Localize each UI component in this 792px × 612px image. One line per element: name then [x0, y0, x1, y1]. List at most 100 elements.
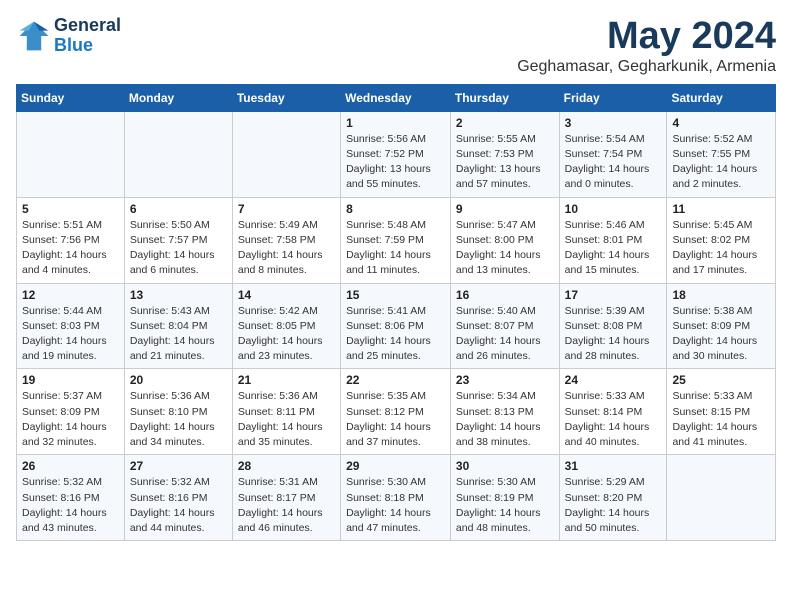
- calendar-week-3: 12 Sunrise: 5:44 AMSunset: 8:03 PMDayligh…: [17, 283, 776, 369]
- calendar-week-1: 1Sunrise: 5:56 AMSunset: 7:52 PMDaylight…: [17, 111, 776, 197]
- day-info: Sunrise: 5:55 AMSunset: 7:53 PMDaylight:…: [456, 132, 554, 193]
- day-info: Sunrise: 5:43 AMSunset: 8:04 PMDaylight:…: [130, 304, 227, 365]
- day-info: Sunrise: 5:36 AMSunset: 8:10 PMDaylight:…: [130, 389, 227, 450]
- logo-text: General Blue: [54, 16, 121, 56]
- month-title: May 2024: [517, 16, 776, 58]
- day-number: 22: [346, 373, 445, 387]
- day-info: Sunrise: 5:40 AMSunset: 8:07 PMDaylight:…: [456, 304, 554, 365]
- day-number: 13: [130, 288, 227, 302]
- col-sunday: Sunday: [17, 84, 125, 111]
- day-number: 17: [565, 288, 662, 302]
- calendar-day: 12 Sunrise: 5:44 AMSunset: 8:03 PMDayligh…: [17, 283, 125, 369]
- day-info: Sunrise: 5:33 AMSunset: 8:15 PMDaylight:…: [672, 389, 770, 450]
- calendar-day: 31 Sunrise: 5:29 AMSunset: 8:20 PMDayligh…: [559, 455, 667, 541]
- calendar-day: [124, 111, 232, 197]
- logo: General Blue: [16, 16, 121, 56]
- day-number: 20: [130, 373, 227, 387]
- calendar-day: 6Sunrise: 5:50 AMSunset: 7:57 PMDaylight…: [124, 197, 232, 283]
- calendar-day: 8Sunrise: 5:48 AMSunset: 7:59 PMDaylight…: [341, 197, 451, 283]
- day-number: 10: [565, 202, 662, 216]
- day-info: Sunrise: 5:45 AMSunset: 8:02 PMDaylight:…: [672, 218, 770, 279]
- day-info: Sunrise: 5:52 AMSunset: 7:55 PMDaylight:…: [672, 132, 770, 193]
- day-info: Sunrise: 5:56 AMSunset: 7:52 PMDaylight:…: [346, 132, 445, 193]
- calendar-day: [232, 111, 340, 197]
- day-info: Sunrise: 5:29 AMSunset: 8:20 PMDaylight:…: [565, 475, 662, 536]
- logo-general: General: [54, 16, 121, 36]
- calendar-day: 16 Sunrise: 5:40 AMSunset: 8:07 PMDayligh…: [450, 283, 559, 369]
- calendar-day: 17 Sunrise: 5:39 AMSunset: 8:08 PMDayligh…: [559, 283, 667, 369]
- day-info: Sunrise: 5:50 AMSunset: 7:57 PMDaylight:…: [130, 218, 227, 279]
- calendar-table: Sunday Monday Tuesday Wednesday Thursday…: [16, 84, 776, 541]
- calendar-day: 9 Sunrise: 5:47 AMSunset: 8:00 PMDaylight…: [450, 197, 559, 283]
- day-info: Sunrise: 5:49 AMSunset: 7:58 PMDaylight:…: [238, 218, 335, 279]
- day-number: 26: [22, 459, 119, 473]
- day-info: Sunrise: 5:47 AMSunset: 8:00 PMDaylight:…: [456, 218, 554, 279]
- day-number: 19: [22, 373, 119, 387]
- day-number: 5: [22, 202, 119, 216]
- calendar-day: 22 Sunrise: 5:35 AMSunset: 8:12 PMDayligh…: [341, 369, 451, 455]
- calendar-day: 7Sunrise: 5:49 AMSunset: 7:58 PMDaylight…: [232, 197, 340, 283]
- calendar-week-5: 26 Sunrise: 5:32 AMSunset: 8:16 PMDayligh…: [17, 455, 776, 541]
- calendar-day: 20 Sunrise: 5:36 AMSunset: 8:10 PMDayligh…: [124, 369, 232, 455]
- day-info: Sunrise: 5:32 AMSunset: 8:16 PMDaylight:…: [130, 475, 227, 536]
- title-block: May 2024 Geghamasar, Gegharkunik, Armeni…: [517, 16, 776, 76]
- calendar-day: 26 Sunrise: 5:32 AMSunset: 8:16 PMDayligh…: [17, 455, 125, 541]
- day-number: 16: [456, 288, 554, 302]
- day-number: 3: [565, 116, 662, 130]
- calendar-day: [17, 111, 125, 197]
- calendar-day: 3 Sunrise: 5:54 AMSunset: 7:54 PMDaylight…: [559, 111, 667, 197]
- calendar-day: 15Sunrise: 5:41 AMSunset: 8:06 PMDayligh…: [341, 283, 451, 369]
- day-number: 24: [565, 373, 662, 387]
- day-number: 14: [238, 288, 335, 302]
- day-info: Sunrise: 5:33 AMSunset: 8:14 PMDaylight:…: [565, 389, 662, 450]
- day-info: Sunrise: 5:51 AMSunset: 7:56 PMDaylight:…: [22, 218, 119, 279]
- calendar-day: 4 Sunrise: 5:52 AMSunset: 7:55 PMDaylight…: [667, 111, 776, 197]
- logo-blue: Blue: [54, 36, 121, 56]
- day-number: 23: [456, 373, 554, 387]
- calendar-day: 24 Sunrise: 5:33 AMSunset: 8:14 PMDayligh…: [559, 369, 667, 455]
- day-info: Sunrise: 5:30 AMSunset: 8:19 PMDaylight:…: [456, 475, 554, 536]
- day-info: Sunrise: 5:54 AMSunset: 7:54 PMDaylight:…: [565, 132, 662, 193]
- calendar-day: 30 Sunrise: 5:30 AMSunset: 8:19 PMDayligh…: [450, 455, 559, 541]
- day-number: 8: [346, 202, 445, 216]
- calendar-day: 27 Sunrise: 5:32 AMSunset: 8:16 PMDayligh…: [124, 455, 232, 541]
- calendar-day: 19 Sunrise: 5:37 AMSunset: 8:09 PMDayligh…: [17, 369, 125, 455]
- day-info: Sunrise: 5:46 AMSunset: 8:01 PMDaylight:…: [565, 218, 662, 279]
- col-monday: Monday: [124, 84, 232, 111]
- day-number: 31: [565, 459, 662, 473]
- calendar-day: 10 Sunrise: 5:46 AMSunset: 8:01 PMDayligh…: [559, 197, 667, 283]
- day-info: Sunrise: 5:41 AMSunset: 8:06 PMDaylight:…: [346, 304, 445, 365]
- day-number: 4: [672, 116, 770, 130]
- day-number: 30: [456, 459, 554, 473]
- calendar-day: 11Sunrise: 5:45 AMSunset: 8:02 PMDayligh…: [667, 197, 776, 283]
- day-info: Sunrise: 5:35 AMSunset: 8:12 PMDaylight:…: [346, 389, 445, 450]
- calendar-day: 25 Sunrise: 5:33 AMSunset: 8:15 PMDayligh…: [667, 369, 776, 455]
- day-number: 25: [672, 373, 770, 387]
- day-number: 21: [238, 373, 335, 387]
- col-saturday: Saturday: [667, 84, 776, 111]
- day-info: Sunrise: 5:36 AMSunset: 8:11 PMDaylight:…: [238, 389, 335, 450]
- day-number: 12: [22, 288, 119, 302]
- calendar-day: 2Sunrise: 5:55 AMSunset: 7:53 PMDaylight…: [450, 111, 559, 197]
- calendar-day: [667, 455, 776, 541]
- day-info: Sunrise: 5:44 AMSunset: 8:03 PMDaylight:…: [22, 304, 119, 365]
- day-info: Sunrise: 5:32 AMSunset: 8:16 PMDaylight:…: [22, 475, 119, 536]
- calendar-day: 29Sunrise: 5:30 AMSunset: 8:18 PMDayligh…: [341, 455, 451, 541]
- day-number: 9: [456, 202, 554, 216]
- day-info: Sunrise: 5:37 AMSunset: 8:09 PMDaylight:…: [22, 389, 119, 450]
- day-number: 27: [130, 459, 227, 473]
- calendar-day: 23 Sunrise: 5:34 AMSunset: 8:13 PMDayligh…: [450, 369, 559, 455]
- calendar-day: 13 Sunrise: 5:43 AMSunset: 8:04 PMDayligh…: [124, 283, 232, 369]
- calendar-day: 28 Sunrise: 5:31 AMSunset: 8:17 PMDayligh…: [232, 455, 340, 541]
- day-info: Sunrise: 5:31 AMSunset: 8:17 PMDaylight:…: [238, 475, 335, 536]
- calendar-day: 14Sunrise: 5:42 AMSunset: 8:05 PMDayligh…: [232, 283, 340, 369]
- day-info: Sunrise: 5:34 AMSunset: 8:13 PMDaylight:…: [456, 389, 554, 450]
- day-number: 18: [672, 288, 770, 302]
- calendar-header-row: Sunday Monday Tuesday Wednesday Thursday…: [17, 84, 776, 111]
- day-number: 28: [238, 459, 335, 473]
- calendar-day: 5 Sunrise: 5:51 AMSunset: 7:56 PMDaylight…: [17, 197, 125, 283]
- day-info: Sunrise: 5:30 AMSunset: 8:18 PMDaylight:…: [346, 475, 445, 536]
- col-tuesday: Tuesday: [232, 84, 340, 111]
- calendar-week-2: 5 Sunrise: 5:51 AMSunset: 7:56 PMDaylight…: [17, 197, 776, 283]
- day-info: Sunrise: 5:39 AMSunset: 8:08 PMDaylight:…: [565, 304, 662, 365]
